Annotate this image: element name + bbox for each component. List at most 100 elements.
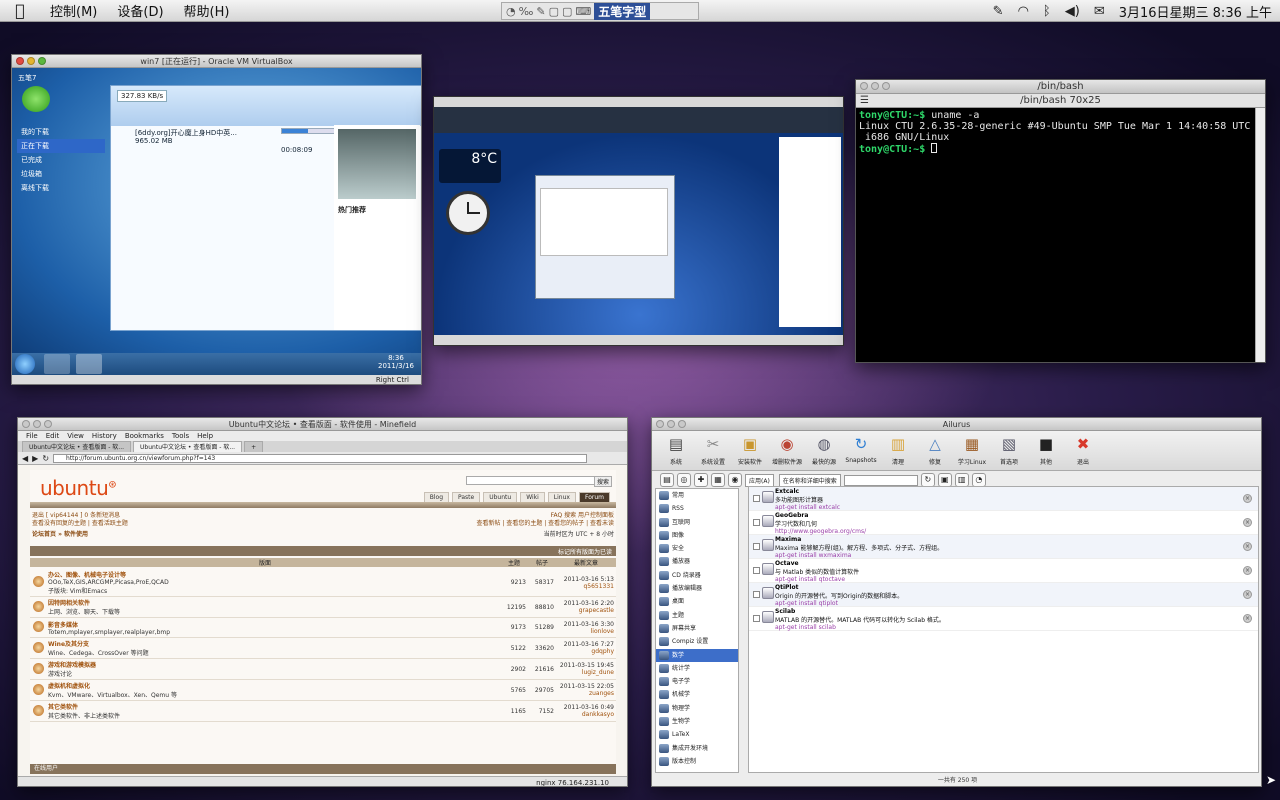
software-item[interactable]: Extcalc 多功能图形计算器 apt-get install extcalc × xyxy=(749,487,1258,511)
forum-name[interactable]: 因特网相关软件 xyxy=(48,598,498,607)
last-post-author[interactable]: lugiz_dune xyxy=(558,669,614,676)
filter-icon-1[interactable]: ▣ xyxy=(937,473,952,487)
category-item[interactable]: 统计学 xyxy=(656,662,738,675)
software-item[interactable]: Scilab MATLAB 的开源替代。MATLAB 代码可以转化为 Scilab… xyxy=(749,607,1258,631)
terminal-titlebar[interactable]: /bin/bash xyxy=(856,80,1265,94)
volume-icon[interactable]: ◀) xyxy=(1065,4,1080,19)
software-command[interactable]: http://www.geogebra.org/cms/ xyxy=(775,528,1258,535)
software-command[interactable]: apt-get install wxmaxima xyxy=(775,552,1258,559)
browser-titlebar[interactable]: Ubuntu中文论坛 • 查看版面 - 软件使用 - Minefield xyxy=(18,418,627,431)
view-icon-4[interactable]: ▦ xyxy=(711,473,725,487)
sidebar-item-downloading[interactable]: 正在下载 xyxy=(17,139,105,153)
terminal-scrollbar[interactable] xyxy=(1255,108,1265,362)
forum-name[interactable]: 其它类软件 xyxy=(48,702,498,711)
menu-help[interactable]: 帮助(H) xyxy=(174,1,240,20)
ubuntu-logo[interactable]: ubuntu⊛ xyxy=(40,476,117,500)
view-icon-2[interactable]: ◎ xyxy=(677,473,691,487)
category-item[interactable]: 电子学 xyxy=(656,675,738,688)
toolbar-tool[interactable]: ▥ 清理 xyxy=(882,433,914,470)
software-item[interactable]: Maxima Maxima 能够解方程(组)。解方程、多项式、分子式、方程组。 ap… xyxy=(749,535,1258,559)
last-post-author[interactable]: q5651331 xyxy=(558,583,614,590)
category-item[interactable]: 版本控制 xyxy=(656,755,738,768)
toolbar-tool[interactable]: ■ 其他 xyxy=(1030,433,1062,470)
view-icon-1[interactable]: ▤ xyxy=(660,473,674,487)
remove-icon[interactable]: × xyxy=(1243,542,1252,551)
menu-file[interactable]: File xyxy=(26,431,38,441)
browser-tab-1[interactable]: Ubuntu中文论坛 • 查看版面 - 软... xyxy=(22,441,132,452)
category-item[interactable]: 播放器 xyxy=(656,555,738,568)
ailurus-window[interactable]: Ailurus ▤ 系统 ✂ 系统设置 ▣ 安装软件 ◉ 增删软件源 ◍ 最快的源 ↻ Snapsho… xyxy=(651,417,1262,787)
forum-row[interactable]: 游戏和游戏模拟器 游戏讨论 2902 21616 2011-03-15 19:45 lug… xyxy=(30,658,616,680)
remote-desktop-window[interactable]: 8°C xyxy=(433,96,844,346)
zoom-icon[interactable] xyxy=(44,420,52,428)
toolbar-tool[interactable]: ▦ 学习Linux xyxy=(956,433,988,470)
toolbar-tool[interactable]: ▤ 系统 xyxy=(660,433,692,470)
last-post-author[interactable]: grapecastle xyxy=(558,607,614,614)
category-item[interactable]: 集成开发环境 xyxy=(656,742,738,755)
terminal-menu-icon[interactable]: ☰ xyxy=(860,94,869,108)
toolbar-tool[interactable]: ◍ 最快的源 xyxy=(808,433,840,470)
taskbar-app-icon[interactable] xyxy=(44,354,70,374)
remove-icon[interactable]: × xyxy=(1243,494,1252,503)
forum-name[interactable]: Wine及其分支 xyxy=(48,639,498,648)
remove-icon[interactable]: × xyxy=(1243,614,1252,623)
forum-row[interactable]: 虚拟机和虚拟化 Kvm、VMware、Virtualbox、Xen、Qemu 等 5… xyxy=(30,679,616,701)
terminal-output[interactable]: tony@CTU:~$ uname -a Linux CTU 2.6.35-28… xyxy=(856,108,1265,157)
close-icon[interactable] xyxy=(16,57,24,65)
menu-help[interactable]: Help xyxy=(197,431,213,441)
toolbar-tool[interactable]: ◉ 增删软件源 xyxy=(771,433,803,470)
browser-window[interactable]: Ubuntu中文论坛 • 查看版面 - 软件使用 - Minefield Fil… xyxy=(17,417,628,787)
forum-search-input[interactable] xyxy=(466,476,596,485)
menu-control[interactable]: 控制(M) xyxy=(40,1,107,20)
input-method-bar[interactable]: ◔ ‰ ✎ ▢ ▢ ⌨ 五笔字型 xyxy=(501,2,699,20)
install-checkbox[interactable] xyxy=(753,543,760,550)
ime-toggle-icon[interactable]: ▢ xyxy=(549,5,559,18)
minimize-icon[interactable] xyxy=(27,57,35,65)
last-post-author[interactable]: dankkasyo xyxy=(558,711,614,718)
category-item[interactable]: 安全 xyxy=(656,542,738,555)
start-button-icon[interactable] xyxy=(15,354,35,374)
close-icon[interactable] xyxy=(22,420,30,428)
search-scope-select[interactable]: 在名称和详细中搜索 xyxy=(778,473,841,487)
qq-avatar-icon[interactable] xyxy=(22,86,50,112)
menu-edit[interactable]: Edit xyxy=(46,431,60,441)
category-item[interactable]: 数学 xyxy=(656,648,738,662)
forum-row[interactable]: 影音多媒体 Totem,mplayer,smplayer,realplayer,b… xyxy=(30,617,616,638)
close-icon[interactable] xyxy=(656,420,664,428)
software-command[interactable]: apt-get install qtiplot xyxy=(775,600,1258,607)
ime-name[interactable]: 五笔字型 xyxy=(594,2,651,20)
refresh-icon[interactable]: ↻ xyxy=(920,473,935,487)
zoom-icon[interactable] xyxy=(678,420,686,428)
category-item[interactable]: 互联网 xyxy=(656,516,738,529)
toolbar-tool[interactable]: ↻ Snapshots xyxy=(845,433,877,470)
punctuation-icon[interactable]: ‰ xyxy=(519,5,534,18)
toolbar-tool[interactable]: ▧ 首选项 xyxy=(993,433,1025,470)
last-post-author[interactable]: gdqphy xyxy=(558,648,614,655)
install-checkbox[interactable] xyxy=(753,567,760,574)
forum-name[interactable]: 虚拟机和虚拟化 xyxy=(48,681,498,690)
category-item[interactable]: 屏幕共享 xyxy=(656,622,738,635)
vbox-titlebar[interactable]: win7 [正在运行] - Oracle VM VirtualBox xyxy=(12,55,421,68)
taskbar-thunder-icon[interactable] xyxy=(76,354,102,374)
software-command[interactable]: apt-get install extcalc xyxy=(775,504,1258,511)
browser-tab-2[interactable]: Ubuntu中文论坛 • 查看版面 - 软... xyxy=(133,441,243,452)
forum-name[interactable]: 游戏和游戏模拟器 xyxy=(48,660,498,669)
software-command[interactable]: apt-get install qtoctave xyxy=(775,576,1258,583)
category-item[interactable]: 主题 xyxy=(656,609,738,622)
toolbar-tool[interactable]: ✂ 系统设置 xyxy=(697,433,729,470)
menu-tools[interactable]: Tools xyxy=(172,431,189,441)
penguin-icon[interactable]: ◔ xyxy=(506,5,516,18)
category-item[interactable]: 播放编辑器 xyxy=(656,582,738,595)
category-item[interactable]: 生物学 xyxy=(656,715,738,728)
toolbar-tool[interactable]: △ 修复 xyxy=(919,433,951,470)
video-thumbnail[interactable] xyxy=(338,129,416,199)
breadcrumb[interactable]: 论坛首页 » 软件使用 xyxy=(32,529,88,538)
mark-read-link[interactable]: 标记所有版面为已读 xyxy=(558,547,612,556)
forward-icon[interactable]: ▶ xyxy=(32,454,38,463)
back-icon[interactable]: ◀ xyxy=(22,454,28,463)
toolbar-tool[interactable]: ✖ 退出 xyxy=(1067,433,1099,470)
install-checkbox[interactable] xyxy=(753,519,760,526)
install-checkbox[interactable] xyxy=(753,495,760,502)
view-icon-3[interactable]: ✚ xyxy=(694,473,708,487)
software-item[interactable]: QtiPlot Origin 的开源替代。写到Origin的数据和脚本。 apt-g… xyxy=(749,583,1258,607)
